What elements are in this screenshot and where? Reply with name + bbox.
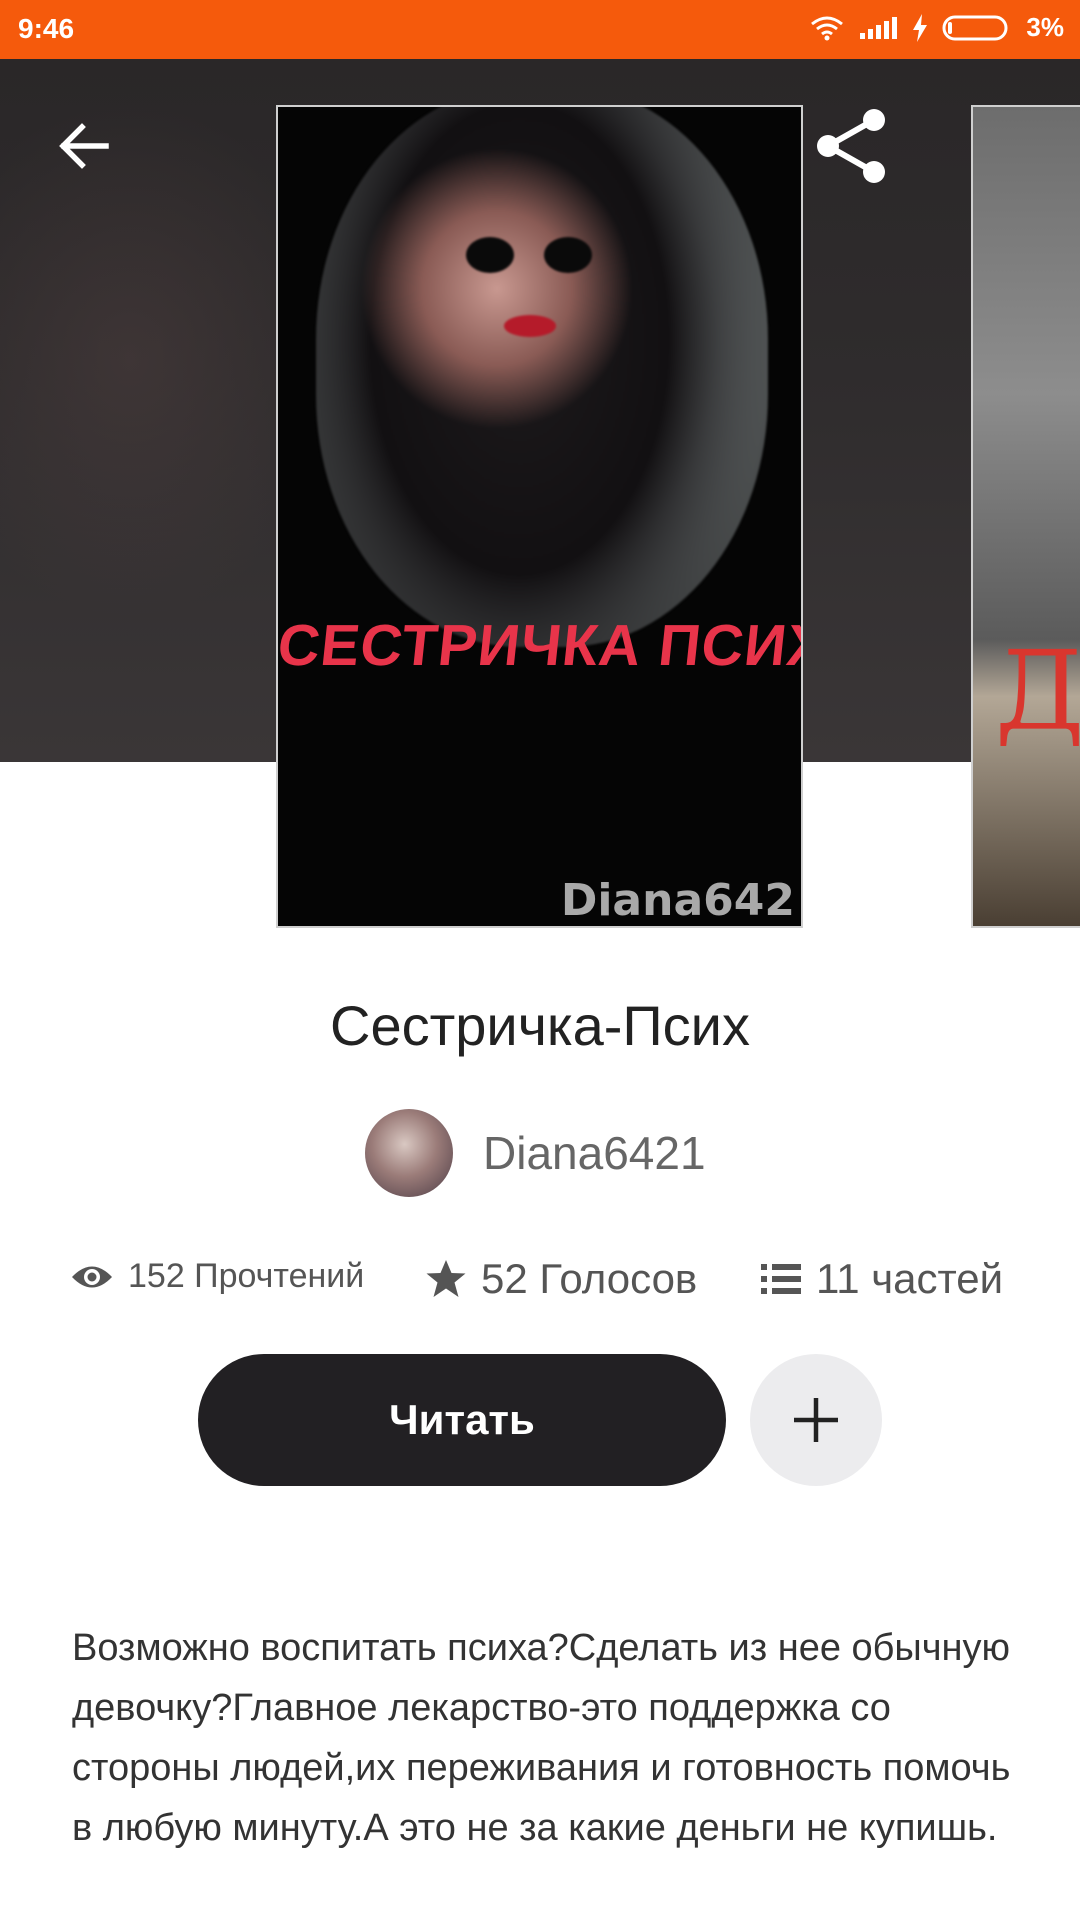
signal-icon bbox=[860, 16, 898, 39]
list-icon bbox=[761, 1264, 801, 1294]
cover-lips bbox=[504, 315, 556, 337]
author-link[interactable]: Diana6421 bbox=[365, 1108, 706, 1198]
next-book-cover[interactable]: Д bbox=[971, 105, 1080, 928]
read-button-label: Читать bbox=[389, 1396, 535, 1443]
avatar[interactable] bbox=[365, 1109, 453, 1197]
battery-icon bbox=[942, 15, 1008, 40]
arrow-left-icon bbox=[59, 123, 109, 169]
share-icon bbox=[817, 109, 885, 183]
votes-count: 52 Голосов bbox=[481, 1255, 698, 1302]
back-button[interactable] bbox=[54, 116, 114, 176]
charging-icon bbox=[913, 13, 928, 42]
add-to-library-button[interactable] bbox=[750, 1354, 882, 1486]
wifi-icon bbox=[811, 16, 844, 40]
book-title: Сестричка-Псих bbox=[330, 994, 750, 1057]
plus-icon bbox=[794, 1398, 838, 1442]
stat-votes: 52 Голосов bbox=[425, 1255, 697, 1303]
book-cover[interactable]: СЕСТРИЧКА ПСИХ Diana642 bbox=[276, 105, 803, 928]
status-time: 9:46 bbox=[18, 13, 75, 44]
share-button[interactable] bbox=[812, 106, 892, 186]
battery-percent: 3% bbox=[1026, 12, 1064, 42]
cover-author-text: Diana642 bbox=[560, 875, 795, 926]
parts-count[interactable]: 11 частей bbox=[816, 1255, 1003, 1303]
cover-eye bbox=[466, 237, 514, 273]
book-stats: 152 Прочтений 52 Голосов 11 частей bbox=[0, 1255, 1080, 1315]
eye-icon bbox=[72, 1266, 112, 1287]
star-icon bbox=[426, 1260, 466, 1297]
cover-photo bbox=[316, 107, 768, 647]
status-bar: 9:46 3% bbox=[0, 0, 1080, 59]
stat-reads: 152 Прочтений bbox=[70, 1257, 364, 1296]
reads-count: 152 Прочтений bbox=[128, 1257, 365, 1295]
author-name[interactable]: Diana6421 bbox=[483, 1126, 706, 1180]
stat-parts[interactable]: 11 частей bbox=[760, 1255, 1003, 1303]
read-button[interactable]: Читать bbox=[198, 1354, 726, 1486]
status-icons: 3% bbox=[810, 12, 1064, 43]
next-cover-art: Д bbox=[995, 627, 1080, 755]
cover-title-text: СЕСТРИЧКА ПСИХ bbox=[276, 613, 803, 678]
cover-eye bbox=[544, 237, 592, 273]
book-description: Возможно воспитать психа?Сделать из нее … bbox=[72, 1627, 1011, 1849]
